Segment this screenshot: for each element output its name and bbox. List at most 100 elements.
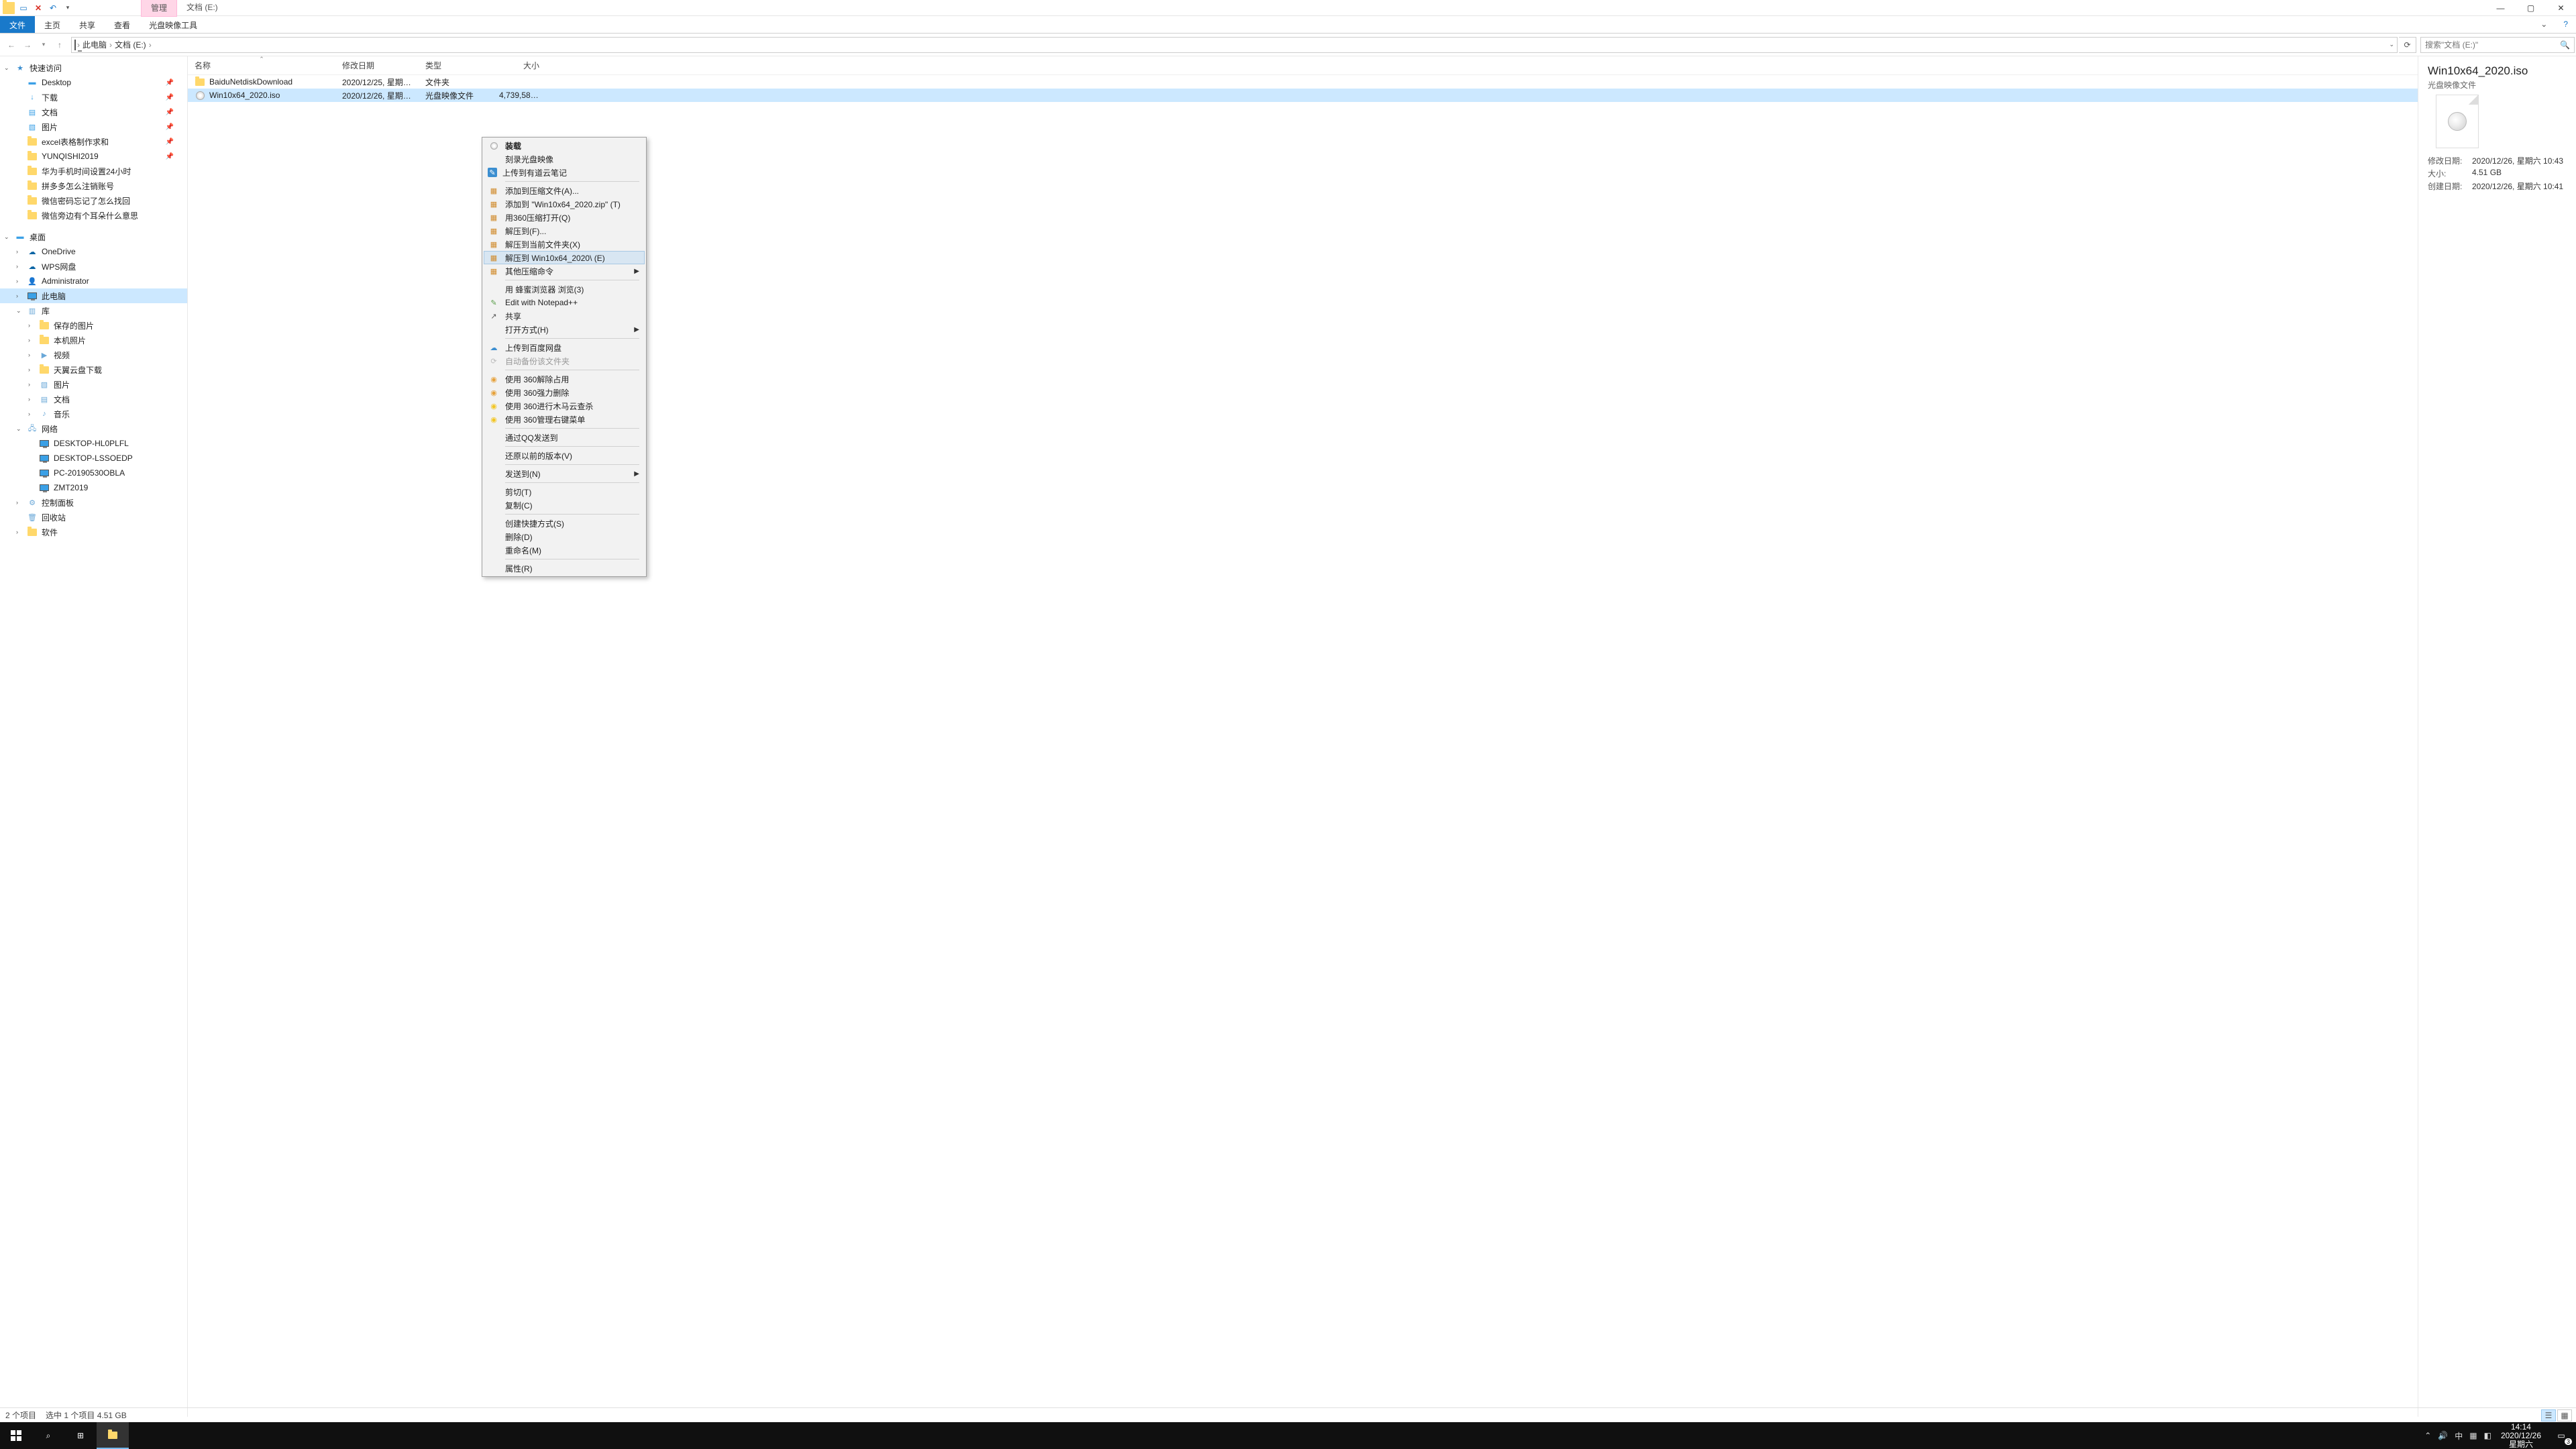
ctx-rename[interactable]: 重命名(M) [484, 543, 645, 557]
column-date[interactable]: 修改日期 [335, 60, 419, 71]
manage-tab[interactable]: 管理 [141, 0, 177, 17]
tree-desktop[interactable]: ▬Desktop📌 [0, 75, 187, 90]
maximize-button[interactable]: ▢ [2516, 0, 2546, 16]
ctx-add-archive[interactable]: ▦添加到压缩文件(A)... [484, 184, 645, 197]
nav-up-icon[interactable]: ↑ [52, 38, 67, 52]
ctx-burn[interactable]: 刻录光盘映像 [484, 152, 645, 166]
chevron-right-icon[interactable]: › [109, 40, 112, 50]
tray-app-icon[interactable]: ◧ [2484, 1431, 2491, 1440]
ribbon-disc-tools-tab[interactable]: 光盘映像工具 [140, 16, 207, 33]
ribbon-home-tab[interactable]: 主页 [35, 16, 70, 33]
tree-item[interactable]: PC-20190530OBLA [0, 466, 187, 480]
ctx-copy[interactable]: 复制(C) [484, 498, 645, 512]
file-row-selected[interactable]: Win10x64_2020.iso 2020/12/26, 星期六 1... 光… [188, 89, 2418, 102]
tray-app-icon[interactable]: ▦ [2469, 1431, 2477, 1440]
tree-item[interactable]: ›本机照片 [0, 333, 187, 347]
tree-onedrive[interactable]: ›☁OneDrive [0, 244, 187, 259]
notification-center-button[interactable]: ▭ 3 [2546, 1422, 2576, 1449]
nav-history-icon[interactable]: ▾ [36, 38, 51, 52]
tree-item[interactable]: 微信密码忘记了怎么找回 [0, 193, 187, 208]
tree-item[interactable]: ›天翼云盘下载 [0, 362, 187, 377]
taskbar-clock[interactable]: 14:14 2020/12/26 星期六 [2496, 1423, 2546, 1449]
file-row[interactable]: BaiduNetdiskDownload 2020/12/25, 星期五 1..… [188, 75, 2418, 89]
view-details-button[interactable]: ☰ [2541, 1409, 2556, 1421]
minimize-button[interactable]: ― [2485, 0, 2516, 16]
tree-item[interactable]: 华为手机时间设置24小时 [0, 164, 187, 178]
ctx-360-manage-menu[interactable]: ◉使用 360管理右键菜单 [484, 413, 645, 426]
ime-indicator[interactable]: 中 [2455, 1430, 2463, 1442]
ribbon-help-icon[interactable]: ? [2555, 16, 2576, 33]
ctx-mount[interactable]: 装载 [484, 139, 645, 152]
volume-icon[interactable]: 🔊 [2438, 1431, 2448, 1440]
ctx-send-to[interactable]: 发送到(N)▶ [484, 467, 645, 480]
tree-network[interactable]: ⌄🖧网络 [0, 421, 187, 436]
breadcrumb-drive[interactable]: 文档 (E:) [113, 39, 148, 50]
ribbon-file-tab[interactable]: 文件 [0, 16, 35, 33]
ctx-create-shortcut[interactable]: 创建快捷方式(S) [484, 517, 645, 530]
tree-item[interactable]: ›♪音乐 [0, 407, 187, 421]
taskbar-search-button[interactable]: ⌕ [32, 1422, 64, 1449]
column-name[interactable]: ⌃名称 [188, 60, 335, 71]
search-box[interactable]: 🔍 [2420, 37, 2575, 53]
qat-undo-icon[interactable]: ↶ [47, 2, 59, 14]
ribbon-view-tab[interactable]: 查看 [105, 16, 140, 33]
tree-wps[interactable]: ›☁WPS网盘 [0, 259, 187, 274]
nav-forward-icon[interactable]: → [20, 38, 35, 52]
ctx-360-force-delete[interactable]: ◉使用 360强力删除 [484, 386, 645, 399]
ctx-360-unlock[interactable]: ◉使用 360解除占用 [484, 372, 645, 386]
tree-item[interactable]: DESKTOP-HL0PLFL [0, 436, 187, 451]
ctx-cut[interactable]: 剪切(T) [484, 485, 645, 498]
tree-item[interactable]: ›▶视频 [0, 347, 187, 362]
ribbon-expand-icon[interactable]: ⌄ [2532, 16, 2555, 33]
ctx-extract-named[interactable]: ▦解压到 Win10x64_2020\ (E) [484, 251, 645, 264]
start-button[interactable] [0, 1422, 32, 1449]
tree-item[interactable]: 拼多多怎么注销账号 [0, 178, 187, 193]
tree-documents[interactable]: ▤文档📌 [0, 105, 187, 119]
ctx-add-zip[interactable]: ▦添加到 "Win10x64_2020.zip" (T) [484, 197, 645, 211]
qat-delete-icon[interactable]: ✕ [32, 2, 44, 14]
chevron-right-icon[interactable]: › [149, 40, 152, 50]
tree-item[interactable]: 微信旁边有个耳朵什么意思 [0, 208, 187, 223]
ctx-share[interactable]: ↗共享 [484, 309, 645, 323]
search-icon[interactable]: 🔍 [2560, 40, 2570, 50]
breadcrumb[interactable]: › 此电脑 › 文档 (E:) › ⌄ [71, 37, 2398, 53]
tree-library[interactable]: ⌄▥库 [0, 303, 187, 318]
tree-item[interactable]: ZMT2019 [0, 480, 187, 495]
ctx-extract-here[interactable]: ▦解压到当前文件夹(X) [484, 237, 645, 251]
file-list[interactable]: ⌃名称 修改日期 类型 大小 BaiduNetdiskDownload 2020… [188, 56, 2418, 1417]
qat-dropdown-icon[interactable]: ▾ [62, 2, 74, 14]
qat-properties-icon[interactable]: ▭ [17, 2, 30, 14]
tree-desktop-root[interactable]: ⌄▬桌面 [0, 229, 187, 244]
taskbar-explorer-button[interactable] [97, 1422, 129, 1449]
ctx-open-360zip[interactable]: ▦用360压缩打开(Q) [484, 211, 645, 224]
nav-back-icon[interactable]: ← [4, 38, 19, 52]
ctx-delete[interactable]: 删除(D) [484, 530, 645, 543]
column-type[interactable]: 类型 [419, 60, 492, 71]
ctx-fengmi-browse[interactable]: 用 蜂蜜浏览器 浏览(3) [484, 282, 645, 296]
close-button[interactable]: ✕ [2546, 0, 2576, 16]
ctx-restore-previous[interactable]: 还原以前的版本(V) [484, 449, 645, 462]
tray-expand-icon[interactable]: ⌃ [2424, 1431, 2431, 1440]
column-size[interactable]: 大小 [492, 60, 546, 71]
breadcrumb-dropdown-icon[interactable]: ⌄ [2389, 41, 2394, 48]
search-input[interactable] [2425, 40, 2560, 50]
nav-tree[interactable]: ⌄★快速访问 ▬Desktop📌 ↓下载📌 ▤文档📌 ▧图片📌 excel表格制… [0, 56, 188, 1417]
ctx-extract-to[interactable]: ▦解压到(F)... [484, 224, 645, 237]
chevron-right-icon[interactable]: › [77, 40, 80, 50]
ribbon-share-tab[interactable]: 共享 [70, 16, 105, 33]
tree-quick-access[interactable]: ⌄★快速访问 [0, 60, 187, 75]
tree-item[interactable]: ›软件 [0, 525, 187, 539]
tree-admin[interactable]: ›👤Administrator [0, 274, 187, 288]
ctx-notepadpp[interactable]: ✎Edit with Notepad++ [484, 296, 645, 309]
ctx-open-with[interactable]: 打开方式(H)▶ [484, 323, 645, 336]
breadcrumb-thispc[interactable]: 此电脑 [81, 39, 108, 50]
tree-item[interactable]: ›▧图片 [0, 377, 187, 392]
refresh-button[interactable]: ⟳ [2399, 37, 2416, 53]
tree-thispc[interactable]: ›此电脑 [0, 288, 187, 303]
tree-item[interactable]: ›保存的图片 [0, 318, 187, 333]
ctx-360-trojan-scan[interactable]: ◉使用 360进行木马云查杀 [484, 399, 645, 413]
ctx-other-compress[interactable]: ▦其他压缩命令▶ [484, 264, 645, 278]
tree-item[interactable]: YUNQISHI2019📌 [0, 149, 187, 164]
task-view-button[interactable]: ⊞ [64, 1422, 97, 1449]
tree-pictures[interactable]: ▧图片📌 [0, 119, 187, 134]
